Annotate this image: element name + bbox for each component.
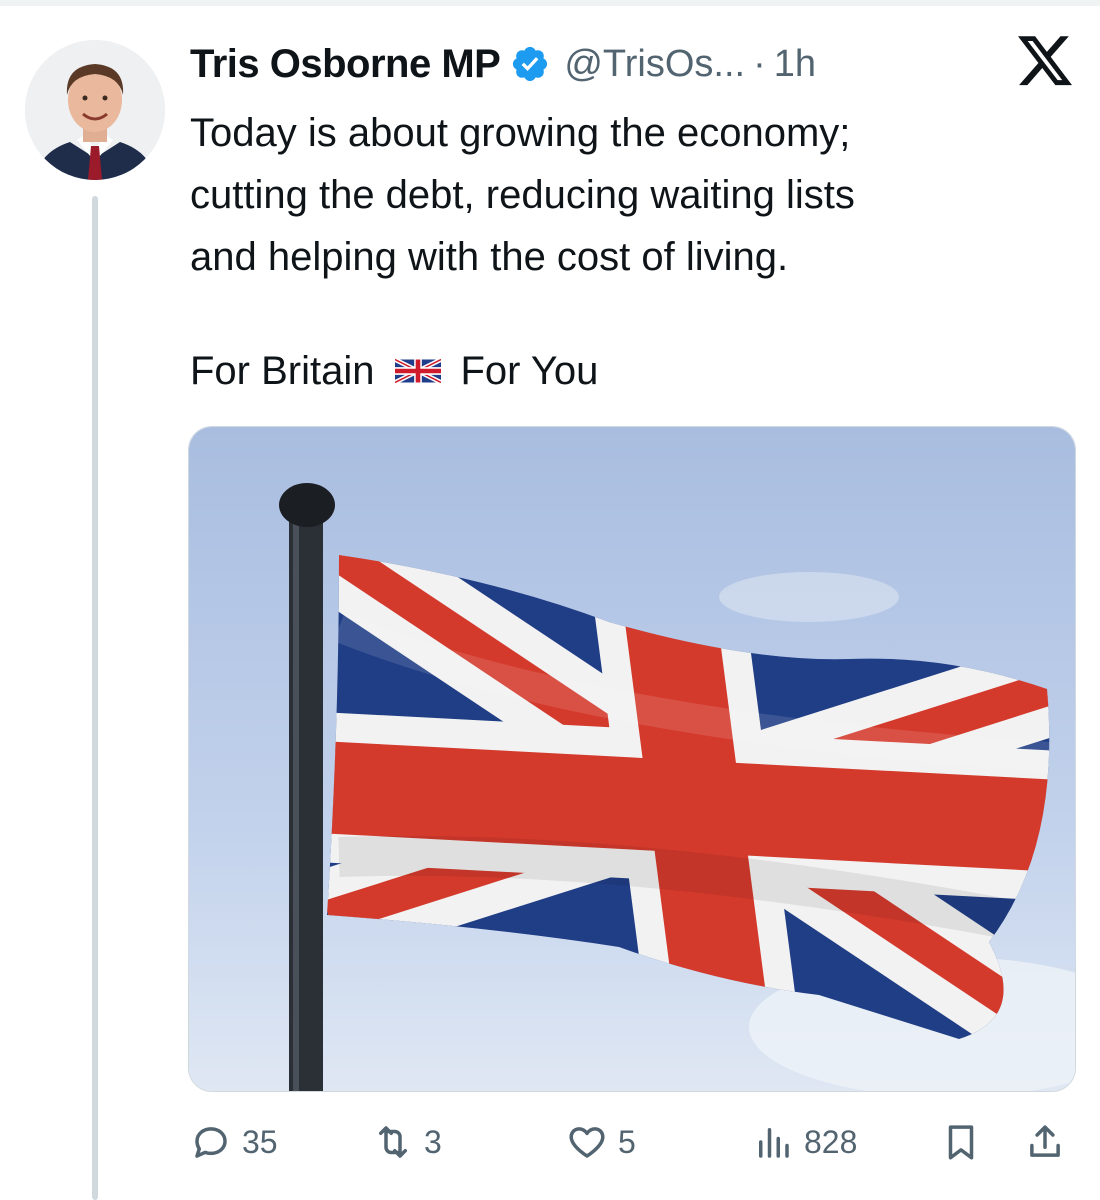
- reply-count: 35: [242, 1123, 278, 1160]
- uk-flag-emoji-icon: [394, 357, 441, 385]
- tweet-media-image[interactable]: [188, 426, 1076, 1092]
- display-name[interactable]: Tris Osborne MP: [190, 42, 501, 87]
- repost-button[interactable]: 3: [372, 1112, 442, 1172]
- tagline-left: For Britain: [190, 349, 375, 393]
- repost-icon: [379, 1126, 407, 1158]
- verified-badge-icon: [513, 46, 548, 82]
- reply-button[interactable]: 35: [190, 1112, 278, 1172]
- like-count: 5: [618, 1123, 636, 1160]
- tweet-line: Today is about growing the economy;: [190, 111, 851, 155]
- timestamp[interactable]: 1h: [774, 43, 816, 86]
- action-bar: 35 3 5 828: [190, 1112, 1070, 1172]
- heart-icon: [569, 1127, 605, 1158]
- thread-line: [92, 196, 98, 1200]
- share-icon: [1030, 1125, 1060, 1157]
- separator-dot: ·: [753, 42, 766, 85]
- reply-icon: [195, 1127, 227, 1158]
- views-button[interactable]: 828: [752, 1112, 857, 1172]
- views-count: 828: [804, 1123, 858, 1160]
- handle[interactable]: @TrisOs...: [564, 43, 745, 86]
- tweet-line: and helping with the cost of living.: [190, 235, 789, 279]
- tweet-tagline: For Britain For You: [190, 343, 598, 399]
- top-divider: [0, 0, 1100, 6]
- avatar[interactable]: [25, 40, 165, 180]
- repost-count: 3: [424, 1123, 442, 1160]
- tweet-header: Tris Osborne MP @TrisOs... · 1h: [190, 38, 816, 90]
- tweet-line: cutting the debt, reducing waiting lists: [190, 173, 855, 217]
- bookmark-icon: [948, 1125, 974, 1160]
- x-logo-icon: [1018, 36, 1072, 86]
- tweet-body: Today is about growing the economy; cutt…: [190, 102, 1050, 288]
- share-button[interactable]: [1024, 1112, 1066, 1172]
- like-button[interactable]: 5: [566, 1112, 636, 1172]
- bookmark-button[interactable]: [940, 1112, 982, 1172]
- views-chart-icon: [759, 1128, 789, 1158]
- tagline-right: For You: [460, 349, 599, 393]
